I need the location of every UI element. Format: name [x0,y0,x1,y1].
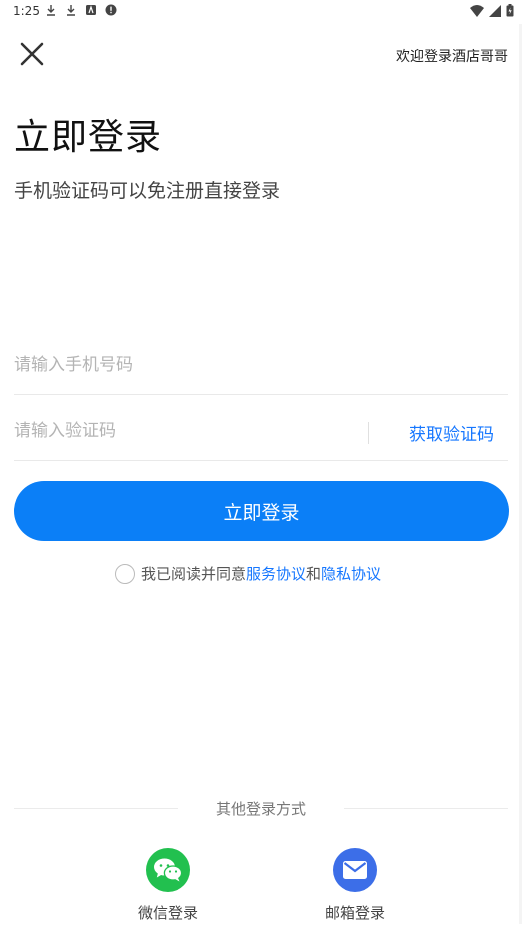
page-title: 立即登录 [14,117,163,158]
privacy-agreement-link[interactable]: 隐私协议 [321,563,381,584]
notification-icons [45,4,117,16]
system-icons [470,4,514,17]
get-code-button[interactable]: 获取验证码 [409,420,494,445]
wifi-icon [470,4,484,17]
wechat-login-button[interactable]: 微信登录 [118,848,218,923]
download-icon [67,5,75,16]
agreement-and: 和 [306,565,322,583]
alert-icon [105,4,117,16]
page-subtitle: 手机验证码可以免注册直接登录 [14,180,281,202]
phone-input[interactable] [14,336,508,394]
code-input[interactable] [14,402,354,460]
email-login-button[interactable]: 邮箱登录 [305,848,405,923]
code-field: 获取验证码 [14,402,508,461]
divider-line-right [344,808,508,809]
agreement-checkbox[interactable] [115,563,135,584]
status-time: 1:25 [13,4,40,18]
mail-icon [333,848,377,892]
battery-icon [506,4,514,17]
app-notification-icon [86,5,96,15]
status-bar: 1:25 [0,0,522,24]
download-icon [47,5,55,16]
signal-icon [489,4,501,17]
code-divider [368,422,369,444]
login-button[interactable]: 立即登录 [14,481,509,541]
agreement-prefix: 我已阅读并同意 [141,565,247,583]
email-login-label: 邮箱登录 [324,904,385,922]
close-icon[interactable] [18,40,46,68]
agreement-row: 我已阅读并同意 服务协议 和 隐私协议 [115,563,381,584]
welcome-text: 欢迎登录酒店哥哥 [396,49,508,65]
wechat-icon [146,848,190,892]
phone-field [14,336,508,395]
other-login-divider: 其他登录方式 [14,796,508,820]
service-agreement-link[interactable]: 服务协议 [246,563,306,584]
wechat-login-label: 微信登录 [137,904,198,922]
